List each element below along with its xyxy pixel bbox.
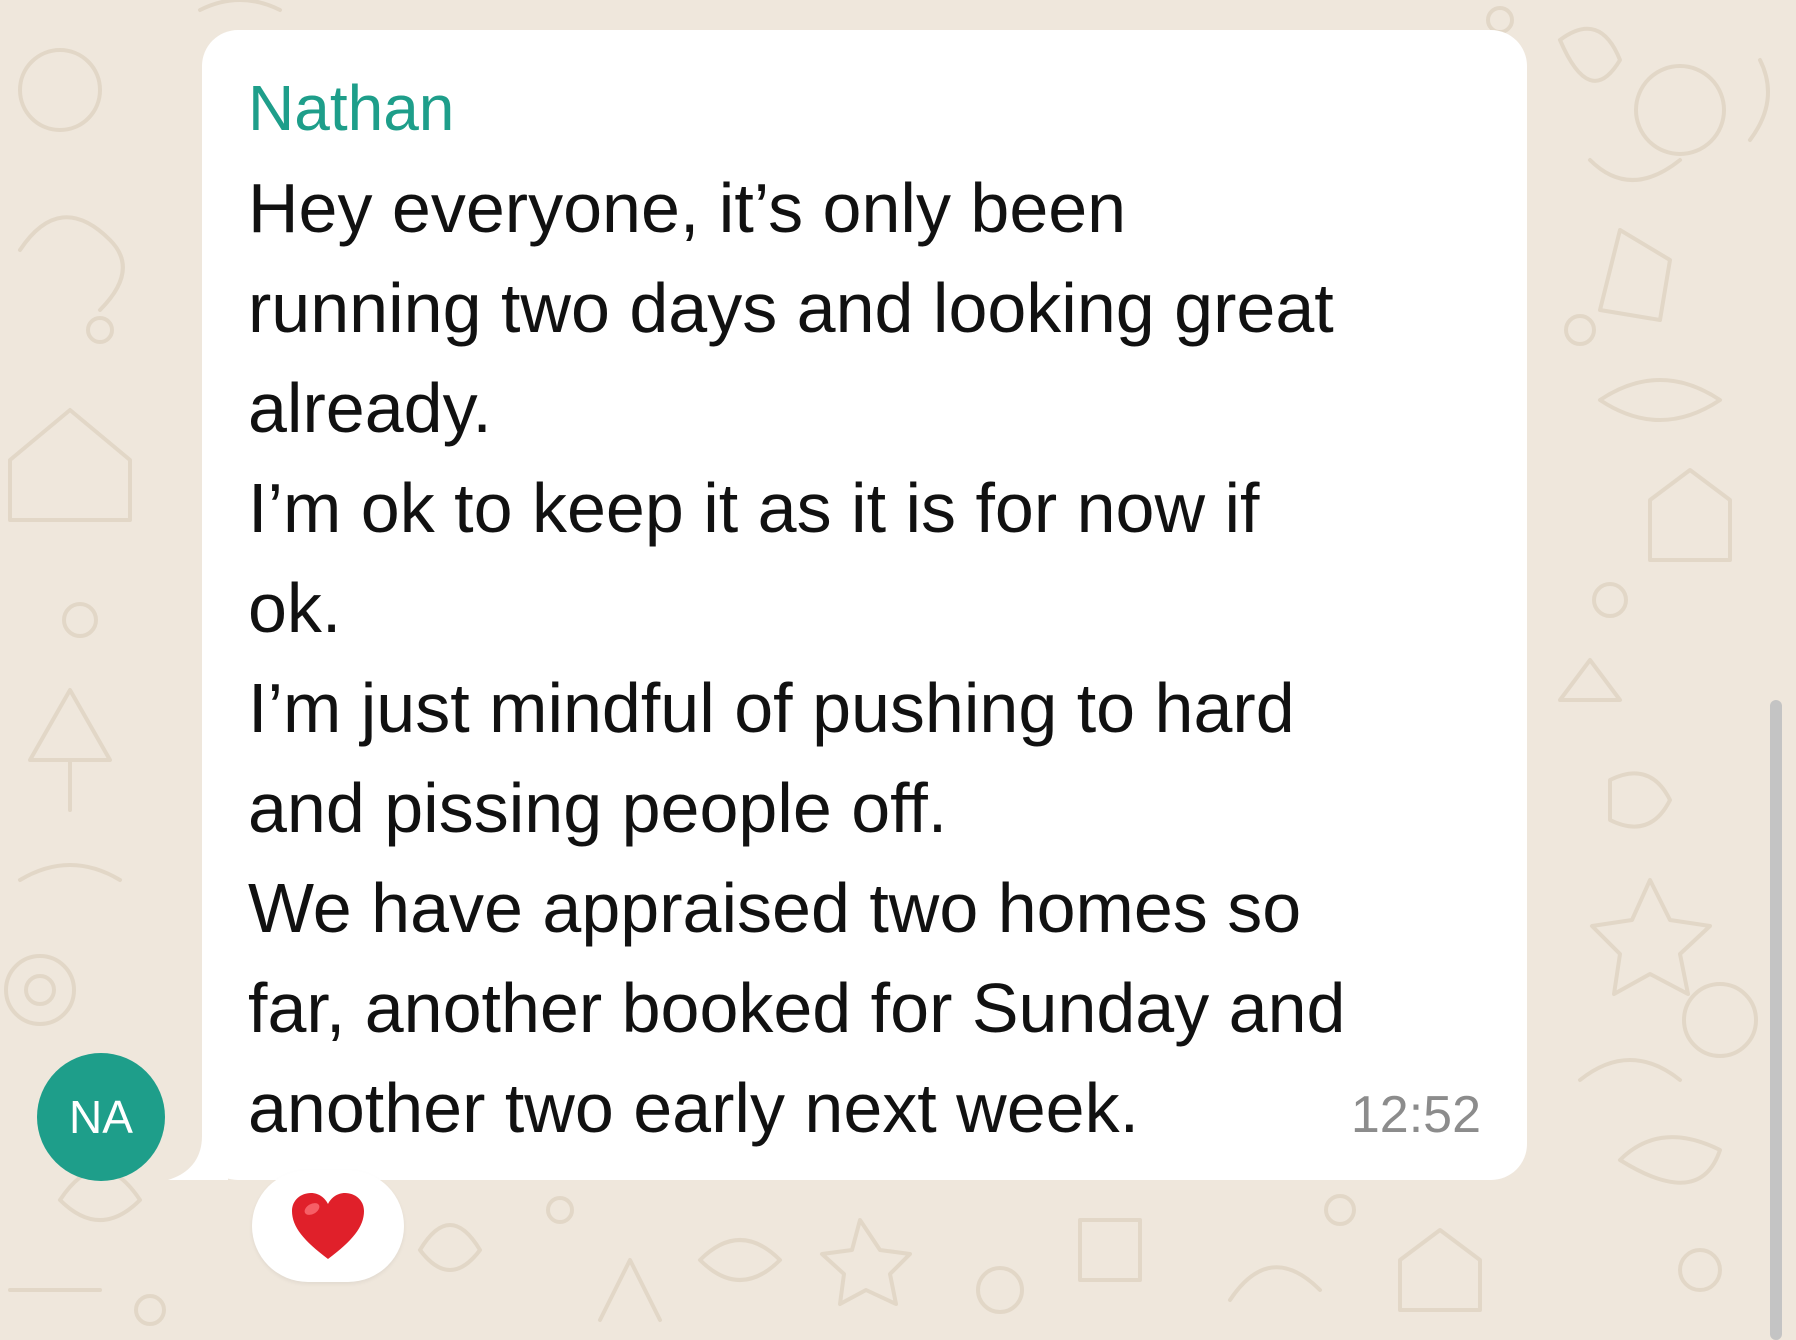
message-line: Hey everyone, it’s only been	[248, 169, 1127, 247]
message-line: We have appraised two homes so	[248, 869, 1302, 947]
message-line: and pissing people off.	[248, 769, 948, 847]
message-line: I’m just mindful of pushing to hard	[248, 669, 1295, 747]
message-line: already.	[248, 369, 492, 447]
red-heart-icon	[292, 1193, 364, 1259]
message-line: I’m ok to keep it as it is for now if	[248, 469, 1260, 547]
message-line: another two early next week.	[248, 1069, 1140, 1147]
avatar-initials: NA	[69, 1091, 133, 1143]
reaction-badge[interactable]	[252, 1170, 404, 1282]
message-timestamp: 12:52	[1350, 1086, 1481, 1144]
message-line: ok.	[248, 569, 342, 647]
sender-avatar[interactable]: NA	[37, 1053, 165, 1181]
message-last-row: another two early next week. 12:52	[248, 1058, 1481, 1158]
sender-name[interactable]: Nathan	[248, 60, 1477, 156]
message-bubble[interactable]: Nathan Hey everyone, it’s only been runn…	[202, 30, 1527, 1180]
scrollbar[interactable]	[1770, 700, 1782, 1340]
message-line: running two days and looking great	[248, 269, 1334, 347]
message-line: far, another booked for Sunday and	[248, 969, 1346, 1047]
